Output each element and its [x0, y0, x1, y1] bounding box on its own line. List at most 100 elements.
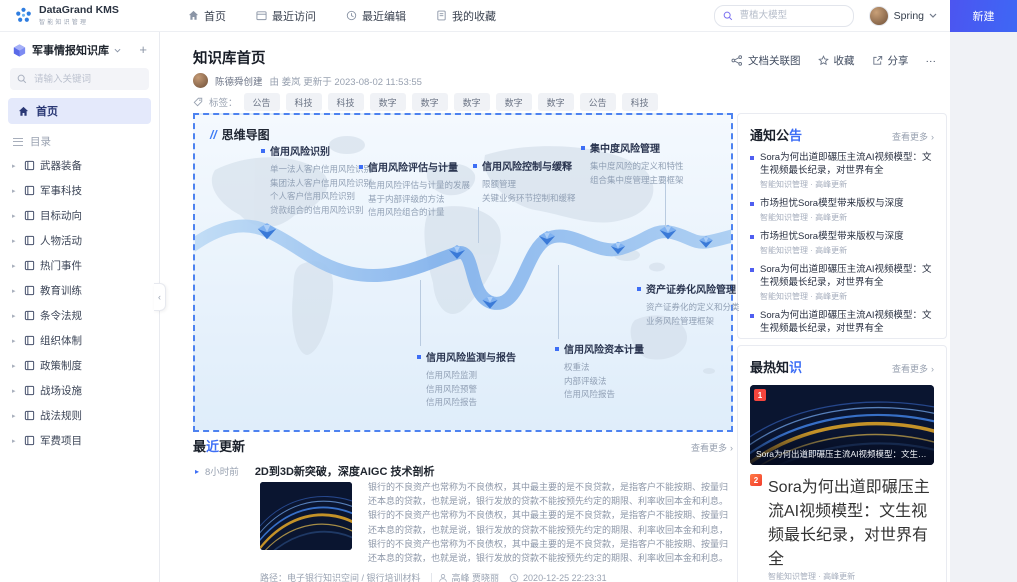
hot-featured-item[interactable]: 1 Sora为何出道即碾压主流AI视频模型：文生视频最... [750, 385, 934, 465]
caret-right-icon[interactable]: ▸ [12, 312, 19, 320]
tag-chip[interactable]: 科技 [286, 93, 322, 111]
sidebar-item-policy[interactable]: ▸政策制度 [0, 353, 159, 378]
tag-chip[interactable]: 数字 [370, 93, 406, 111]
notice-item[interactable]: Sora为何出道即碾压主流AI视频模型：文生视频最长纪录，对世界有全 智能知识管… [750, 309, 934, 339]
bullet-icon [750, 235, 754, 239]
sidebar-directory-header[interactable]: 目录 [0, 124, 159, 153]
notice-item[interactable]: Sora为何出道即碾压主流AI视频模型：文生视频最长纪录，对世界有全 智能知识管… [750, 263, 934, 302]
home-icon [188, 10, 199, 21]
notice-item[interactable]: Sora为何出道即碾压主流AI视频模型：文生视频最长纪录，对世界有全 智能知识管… [750, 151, 934, 190]
tag-chip[interactable]: 公告 [580, 93, 616, 111]
nav-favorites[interactable]: 我的收藏 [436, 8, 496, 24]
sidebar-item-events[interactable]: ▸热门事件 [0, 253, 159, 278]
tag-chip[interactable]: 数字 [496, 93, 532, 111]
global-search-input[interactable] [738, 9, 845, 22]
brand-subtitle: 智能知识管理 [39, 17, 119, 26]
sidebar-item-label: 武器装备 [40, 158, 82, 173]
sidebar-item-budget[interactable]: ▸军费项目 [0, 428, 159, 453]
sidebar-item-miltech[interactable]: ▸军事科技 [0, 178, 159, 203]
kb-switcher[interactable]: 军事情报知识库 + [0, 32, 159, 66]
recent-item-body: 银行的不良资产也常称为不良债权，其中最主要的是不良贷款，是指客户不能按期、按量归… [368, 480, 728, 565]
tags-label: 标签： [209, 95, 238, 109]
tag-chip[interactable]: 数字 [412, 93, 448, 111]
caret-right-icon[interactable]: ▸ [12, 262, 19, 270]
global-search[interactable] [714, 5, 854, 27]
mindmap-node-capital-measurement[interactable]: 信用风险资本计量 权重法 内部评级法 信用风险报告 [555, 341, 644, 402]
node-bullet [637, 287, 641, 291]
caret-right-icon[interactable]: ▸ [12, 212, 19, 220]
sidebar-item-weapons[interactable]: ▸ 武器装备 [0, 153, 159, 178]
tag-chip[interactable]: 数字 [538, 93, 574, 111]
node-title: 信用风险识别 [270, 143, 330, 158]
mindmap-block[interactable]: //思维导图 [193, 113, 733, 432]
hot-more-link[interactable]: 查看更多› [892, 362, 934, 375]
caret-right-icon[interactable]: ▸ [12, 387, 19, 395]
caret-right-icon[interactable]: ▸ [12, 337, 19, 345]
mindmap-node-securitization-risk[interactable]: 资产证券化风险管理 资产证券化的定义和分类 业务风险管理框架 [637, 281, 740, 328]
sidebar-item-people[interactable]: ▸ 人物活动 [0, 228, 159, 253]
share-button[interactable]: 分享 [872, 53, 909, 68]
home-icon [18, 106, 29, 117]
book-icon [24, 335, 35, 346]
sidebar-item-label: 人物活动 [40, 233, 82, 248]
sidebar-item-regulations[interactable]: ▸条令法规 [0, 303, 159, 328]
recent-item-title[interactable]: 2D到3D新突破，深度AIGC 技术剖析 [255, 463, 435, 479]
tag-chip[interactable]: 科技 [622, 93, 658, 111]
user-menu[interactable]: Spring [869, 6, 937, 26]
notice-item[interactable]: 市场担忧Sora模型带来版权与深度 智能知识管理 · 高峰更新 [750, 197, 934, 223]
datagrand-logo-icon [14, 6, 33, 25]
recent-more-link[interactable]: 查看更多› [691, 441, 733, 454]
mindmap-node-credit-risk-identification[interactable]: 信用风险识别 单一法人客户信用风险识别 集团法人客户信用风险识别 个人客户信用风… [261, 143, 372, 217]
mindmap-node-credit-risk-assessment[interactable]: 信用风险评估与计量 信用风险评估与计量的发展 基于内部评级的方法 信用风险组合的… [359, 159, 470, 220]
caret-right-icon[interactable]: ▸ [12, 362, 19, 370]
nav-recent-visits[interactable]: 最近访问 [256, 8, 316, 24]
search-icon [17, 74, 27, 84]
mindmap-label: //思维导图 [210, 126, 270, 143]
tag-chip[interactable]: 科技 [328, 93, 364, 111]
node-items: 单一法人客户信用风险识别 集团法人客户信用风险识别 个人客户信用风险识别 贷款组… [270, 163, 372, 217]
add-kb-button[interactable]: + [139, 45, 147, 55]
caret-right-icon[interactable]: ▸ [12, 237, 19, 245]
slashes-decoration: // [210, 128, 217, 142]
mindmap-node-concentration-risk[interactable]: 集中度风险管理 集中度风险的定义和特性 组合集中度管理主要框架 [581, 140, 684, 187]
path-value[interactable]: 电子银行知识空间 / 银行培训材料 [287, 571, 421, 582]
sidebar-item-home[interactable]: 首页 [8, 98, 151, 124]
brand-logo[interactable]: DataGrand KMS 智能知识管理 [0, 5, 162, 26]
favorite-button[interactable]: 收藏 [818, 53, 855, 68]
user-avatar [869, 6, 889, 26]
document-byline: 陈德舜创建 由 姜岚 更新于 2023-08-02 11:53:55 [193, 73, 422, 88]
sidebar-item-targets[interactable]: ▸目标动向 [0, 203, 159, 228]
caret-right-icon[interactable]: ▸ [12, 412, 19, 420]
mindmap-node-monitoring-reporting[interactable]: 信用风险监测与报告 信用风险监测 信用风险预警 信用风险报告 [417, 349, 516, 410]
doc-graph-button[interactable]: 文档关联图 [731, 53, 801, 68]
nav-recent-visits-label: 最近访问 [272, 8, 316, 24]
sidebar-item-organization[interactable]: ▸组织体制 [0, 328, 159, 353]
notices-more-link[interactable]: 查看更多› [892, 130, 934, 143]
connector-line [558, 265, 559, 339]
hot-item[interactable]: 2 Sora为何出道即碾压主流AI视频模型：文生视频最长纪录，对世界有全 智能知… [750, 473, 934, 582]
book-icon [24, 285, 35, 296]
sidebar-item-facilities[interactable]: ▸战场设施 [0, 378, 159, 403]
sidebar-search[interactable] [10, 68, 149, 90]
sidebar-collapse-handle[interactable]: ‹ [154, 283, 166, 311]
sidebar-search-input[interactable] [32, 73, 142, 86]
caret-right-icon[interactable]: ▸ [12, 187, 19, 195]
sidebar-item-label: 战法规则 [40, 408, 82, 423]
caret-right-icon[interactable]: ▸ [12, 287, 19, 295]
new-button[interactable]: 新建 [950, 0, 1017, 32]
recent-item-time: 8小时前 [205, 464, 239, 478]
sidebar-item-training[interactable]: ▸教育训练 [0, 278, 159, 303]
nav-recent-edits[interactable]: 最近编辑 [346, 8, 406, 24]
tag-chip[interactable]: 数字 [454, 93, 490, 111]
nav-home[interactable]: 首页 [188, 8, 226, 24]
sidebar-item-tactics[interactable]: ▸ 战法规则 [0, 403, 159, 428]
mindmap-node-credit-risk-control[interactable]: 信用风险控制与缓释 限额管理 关键业务环节控制和缓释 [473, 158, 576, 205]
sidebar-home-label: 首页 [36, 103, 58, 119]
caret-right-icon[interactable]: ▸ [12, 162, 19, 170]
notice-item[interactable]: 市场担忧Sora模型带来版权与深度 智能知识管理 · 高峰更新 [750, 230, 934, 256]
recent-item-footer: 路径： 电子银行知识空间 / 银行培训材料 高峰 贾晓丽 2020-12-25 … [260, 571, 607, 582]
rank-badge-1: 1 [754, 389, 766, 401]
more-actions-button[interactable]: ··· [926, 55, 937, 67]
caret-right-icon[interactable]: ▸ [12, 437, 19, 445]
tag-chip[interactable]: 公告 [244, 93, 280, 111]
